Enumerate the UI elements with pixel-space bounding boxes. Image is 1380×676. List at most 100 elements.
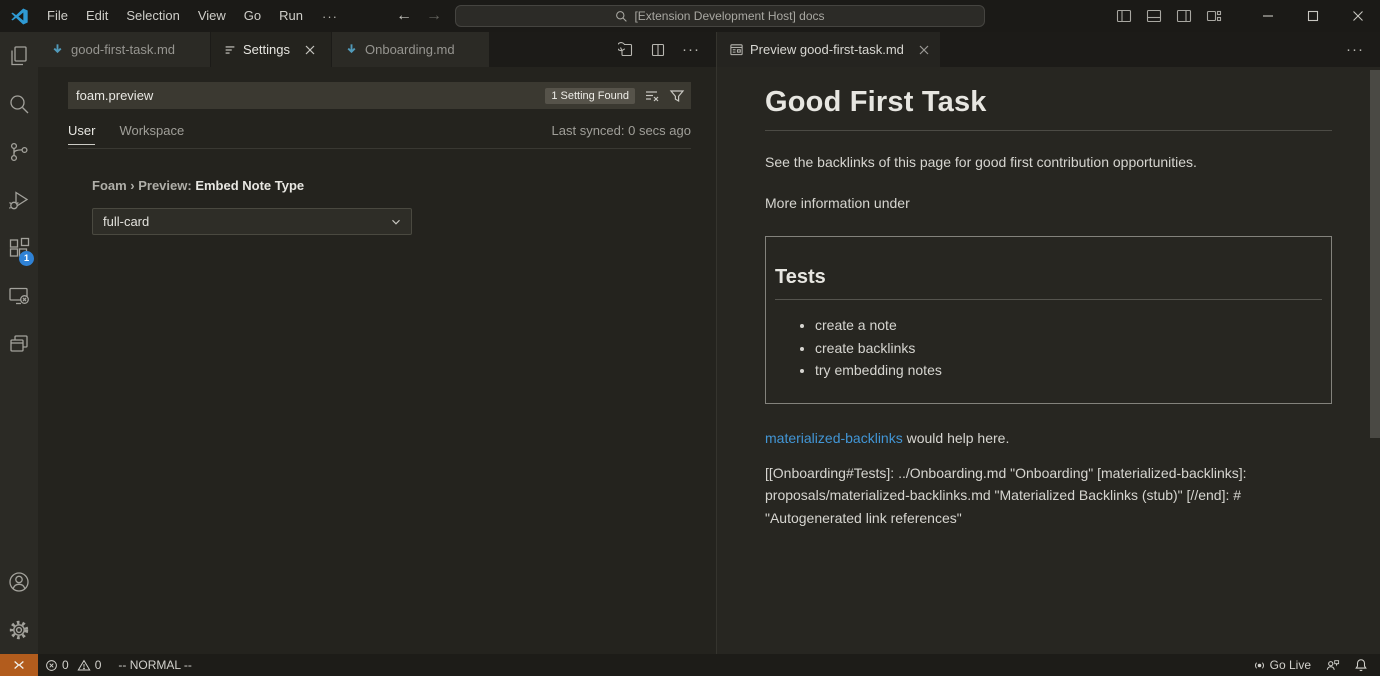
extensions-badge: 1	[19, 251, 34, 266]
tab-label: good-first-task.md	[71, 42, 175, 57]
command-center-search[interactable]: [Extension Development Host] docs	[455, 5, 985, 27]
maximize-button[interactable]	[1290, 0, 1335, 32]
markdown-preview-icon	[729, 42, 744, 57]
toggle-secondary-sidebar-icon[interactable]	[1169, 8, 1199, 24]
explorer-icon[interactable]	[0, 32, 38, 80]
editor-group-right: Preview good-first-task.md ··· Good Firs…	[717, 32, 1380, 654]
problems-indicator[interactable]: 0 0	[38, 654, 108, 676]
accounts-icon[interactable]	[0, 558, 38, 606]
embed-note-type-select[interactable]: full-card	[92, 208, 412, 235]
vscode-logo-icon	[0, 8, 38, 25]
tab-label: Settings	[243, 42, 290, 57]
navigate-back-icon[interactable]: ←	[396, 7, 412, 25]
settings-search-input[interactable]: foam.preview 1 Setting Found	[68, 82, 691, 109]
materialized-backlinks-link[interactable]: materialized-backlinks	[765, 430, 903, 446]
settings-found-badge: 1 Setting Found	[545, 88, 635, 104]
link-references: [[Onboarding#Tests]: ../Onboarding.md "O…	[765, 462, 1330, 530]
markdown-file-icon	[344, 42, 359, 57]
close-tab-icon[interactable]	[918, 44, 930, 56]
preview-intro: See the backlinks of this page for good …	[765, 154, 1332, 170]
list-item: create a note	[815, 314, 1322, 337]
close-window-button[interactable]	[1335, 0, 1380, 32]
settings-editor-icon	[223, 43, 237, 57]
setting-category: Foam › Preview:	[92, 178, 195, 193]
error-icon	[45, 659, 58, 672]
close-tab-icon[interactable]	[304, 44, 316, 56]
warning-icon	[77, 659, 91, 672]
customize-layout-icon[interactable]	[1199, 8, 1229, 24]
notifications-bell-icon[interactable]	[1347, 654, 1380, 676]
remote-explorer-icon[interactable]	[0, 272, 38, 320]
extensions-icon[interactable]: 1	[0, 224, 38, 272]
settings-gear-icon[interactable]	[0, 606, 38, 654]
more-actions-icon[interactable]: ···	[1346, 42, 1364, 57]
setting-title: Foam › Preview: Embed Note Type	[92, 178, 304, 193]
heading-divider	[775, 299, 1322, 300]
scope-tab-workspace[interactable]: Workspace	[119, 123, 184, 138]
list-item: try embedding notes	[815, 359, 1322, 382]
command-center-label: [Extension Development Host] docs	[634, 9, 824, 23]
title-divider	[765, 130, 1332, 131]
chevron-down-icon	[389, 215, 403, 229]
run-debug-icon[interactable]	[0, 176, 38, 224]
setting-name: Embed Note Type	[195, 178, 304, 193]
minimize-button[interactable]	[1245, 0, 1290, 32]
editor-group-left: good-first-task.md Settings Onboarding.m…	[38, 32, 717, 654]
menu-file[interactable]: File	[38, 0, 77, 32]
go-live-label: Go Live	[1270, 658, 1311, 672]
embedded-note-card: Tests create a note create backlinks try…	[765, 236, 1332, 404]
backlink-tail: would help here.	[903, 430, 1010, 446]
menu-more-button[interactable]: ···	[312, 9, 348, 24]
tab-onboarding[interactable]: Onboarding.md	[332, 32, 489, 67]
tab-good-first-task[interactable]: good-first-task.md	[38, 32, 210, 67]
broadcast-icon	[1253, 659, 1266, 672]
list-item: create backlinks	[815, 337, 1322, 360]
navigate-forward-icon[interactable]: →	[426, 7, 442, 25]
preview-title: Good First Task	[765, 88, 1332, 117]
select-value: full-card	[103, 214, 149, 229]
embedded-note-list: create a note create backlinks try embed…	[775, 314, 1322, 382]
search-view-icon[interactable]	[0, 80, 38, 128]
settings-search-value: foam.preview	[76, 88, 153, 103]
menu-run[interactable]: Run	[270, 0, 312, 32]
markdown-preview-pane: Good First Task See the backlinks of thi…	[717, 67, 1380, 654]
search-icon	[615, 10, 628, 23]
feedback-icon[interactable]	[1318, 654, 1347, 676]
preview-scrollbar[interactable]	[1370, 70, 1380, 438]
go-live-button[interactable]: Go Live	[1246, 654, 1318, 676]
settings-editor: foam.preview 1 Setting Found User Wo	[38, 67, 716, 654]
tab-label: Preview good-first-task.md	[750, 42, 904, 57]
tab-label: Onboarding.md	[365, 42, 455, 57]
titlebar: File Edit Selection View Go Run ··· ← → …	[0, 0, 1380, 32]
settings-scope-tabs: User Workspace Last synced: 0 secs ago	[68, 123, 691, 149]
tab-preview-good-first-task[interactable]: Preview good-first-task.md	[717, 32, 940, 67]
clear-settings-search-icon[interactable]	[644, 88, 660, 104]
menu-go[interactable]: Go	[235, 0, 270, 32]
error-count: 0	[62, 658, 69, 672]
scope-tab-user[interactable]: User	[68, 123, 95, 145]
warning-count: 0	[95, 658, 102, 672]
open-settings-json-icon[interactable]	[618, 42, 634, 58]
status-bar: 0 0 -- NORMAL -- Go Live	[0, 654, 1380, 676]
toggle-panel-icon[interactable]	[1139, 8, 1169, 24]
tabbar-right: Preview good-first-task.md ···	[717, 32, 1380, 67]
tabbar-left: good-first-task.md Settings Onboarding.m…	[38, 32, 716, 67]
vim-mode-indicator[interactable]: -- NORMAL --	[108, 654, 202, 676]
panels-view-icon[interactable]	[0, 320, 38, 368]
preview-more-info: More information under	[765, 195, 1332, 211]
filter-settings-icon[interactable]	[669, 88, 685, 104]
menu-edit[interactable]: Edit	[77, 0, 117, 32]
last-synced-label: Last synced: 0 secs ago	[552, 123, 691, 138]
embedded-note-heading: Tests	[775, 265, 1322, 289]
menu-view[interactable]: View	[189, 0, 235, 32]
backlink-paragraph: materialized-backlinks would help here.	[765, 430, 1332, 446]
split-editor-icon[interactable]	[650, 42, 666, 58]
more-actions-icon[interactable]: ···	[682, 42, 700, 57]
toggle-primary-sidebar-icon[interactable]	[1109, 8, 1139, 24]
menu-selection[interactable]: Selection	[117, 0, 188, 32]
source-control-icon[interactable]	[0, 128, 38, 176]
markdown-file-icon	[50, 42, 65, 57]
activity-bar: 1	[0, 32, 38, 654]
tab-settings[interactable]: Settings	[211, 32, 331, 67]
remote-indicator[interactable]	[0, 654, 38, 676]
